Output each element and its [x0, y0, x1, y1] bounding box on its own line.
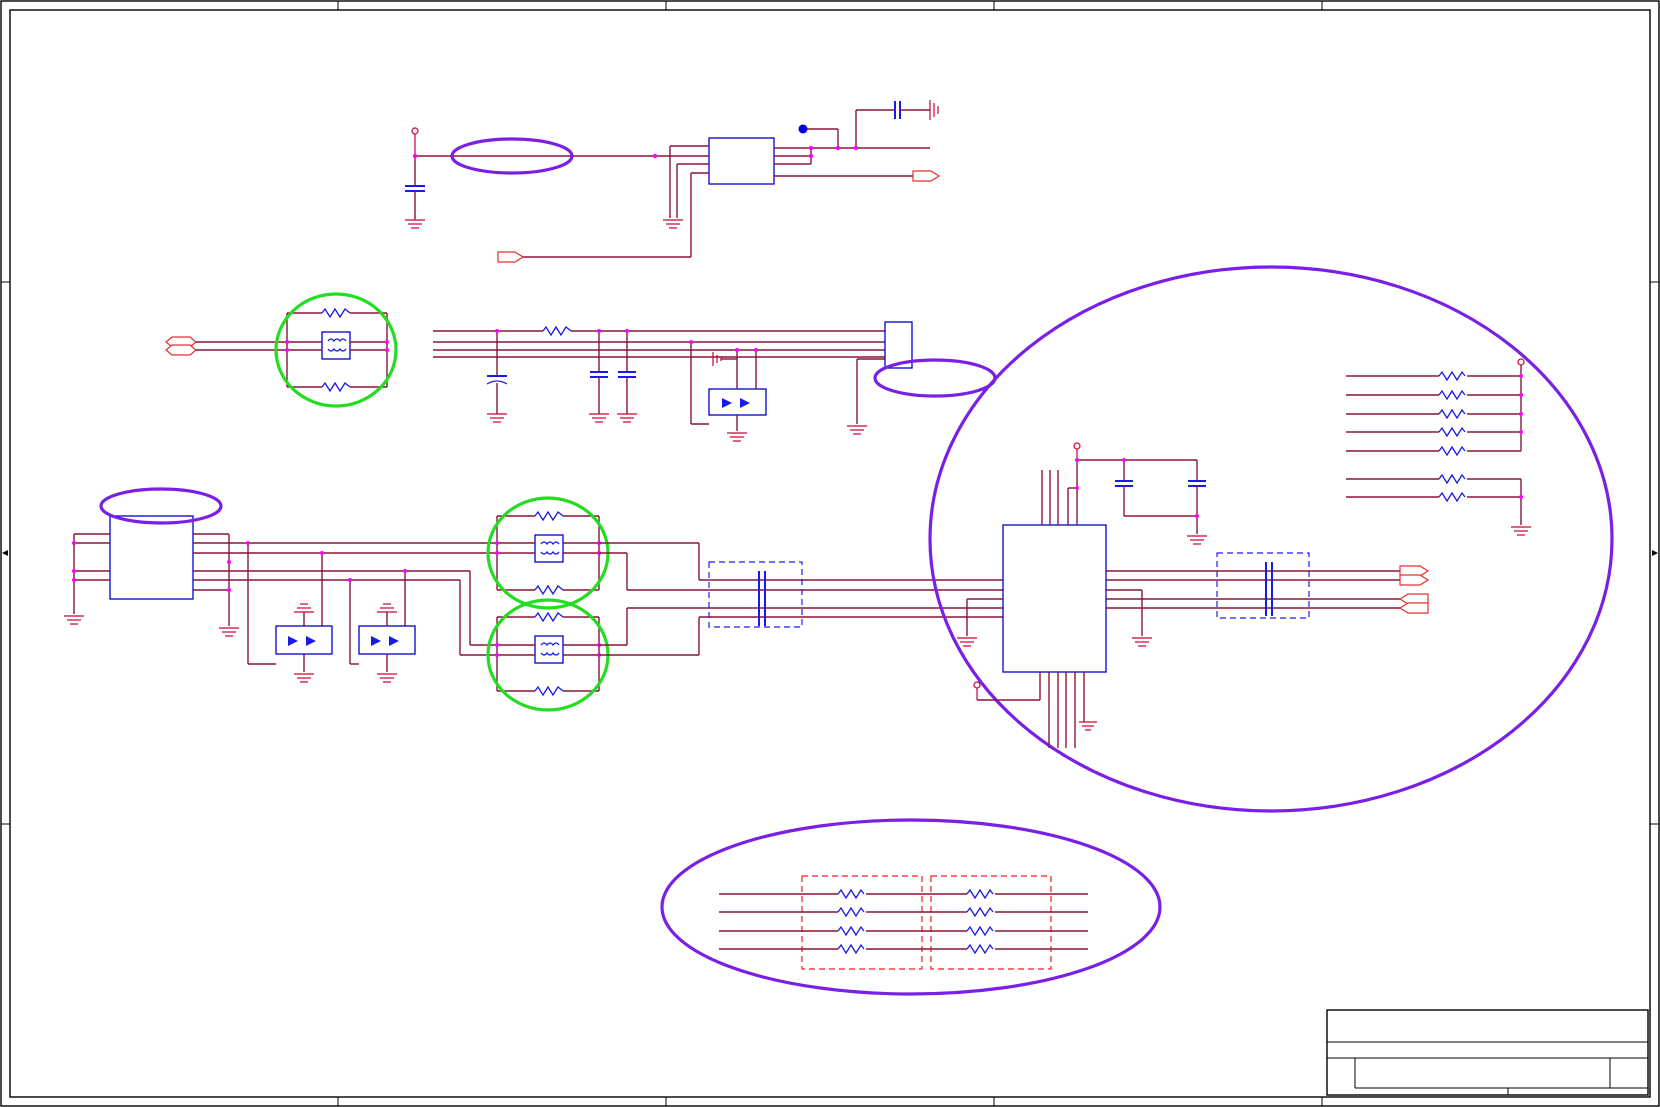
net-port-icon[interactable]	[165, 336, 197, 356]
tvs-diode-icon	[358, 625, 416, 655]
power-rail-icon	[1517, 358, 1525, 366]
resistor-icon	[1438, 389, 1466, 401]
ground-icon	[663, 219, 683, 229]
capacitor-icon	[618, 371, 636, 378]
resistor-icon	[1438, 445, 1466, 457]
resistor-icon	[966, 925, 994, 937]
tvs-diode-icon	[708, 388, 767, 416]
ground-icon	[64, 615, 84, 625]
common-mode-choke-icon	[321, 331, 351, 360]
resistor-icon	[966, 888, 994, 900]
resistor-array-section	[660, 818, 1162, 996]
resistor-icon	[837, 925, 865, 937]
review-mark	[99, 487, 223, 525]
ground-icon	[377, 673, 397, 683]
capacitor-icon	[1115, 480, 1133, 487]
power-rail-icon	[1073, 442, 1081, 450]
resistor-icon	[966, 906, 994, 918]
common-mode-choke-icon	[534, 635, 564, 664]
ground-icon	[712, 352, 722, 366]
regulator-ic[interactable]	[708, 137, 775, 185]
capacitor-icon	[590, 371, 608, 378]
ground-icon	[957, 637, 977, 647]
resistor-icon	[1438, 491, 1466, 503]
schematic-sheet	[0, 0, 1660, 1107]
ground-icon	[1511, 526, 1531, 536]
ground-icon	[294, 673, 314, 683]
resistor-icon	[1438, 426, 1466, 438]
resistor-icon	[837, 888, 865, 900]
ground-icon	[405, 219, 425, 229]
ground-icon	[727, 432, 747, 442]
interface-connector[interactable]	[109, 515, 194, 600]
resistor-pack	[930, 875, 1052, 970]
ground-icon	[1079, 721, 1097, 731]
review-mark	[660, 818, 1162, 996]
ground-icon	[487, 413, 507, 423]
resistor-icon	[534, 584, 564, 596]
ground-icon	[617, 413, 637, 423]
resistor-icon	[837, 943, 865, 955]
tvs-diode-icon	[275, 625, 333, 655]
ground-icon	[589, 413, 609, 423]
resistor-icon	[966, 943, 994, 955]
resistor-icon	[534, 510, 564, 522]
resistor-icon	[534, 685, 564, 697]
transceiver-ic[interactable]	[1002, 524, 1107, 673]
regulator-section	[405, 100, 941, 263]
ground-icon	[377, 603, 397, 613]
input-filter-section	[165, 292, 997, 442]
net-port-icon[interactable]	[1398, 565, 1430, 614]
resistor-icon	[837, 906, 865, 918]
interface-section	[64, 487, 1003, 712]
ground-icon	[219, 627, 239, 637]
capacitor-icon	[486, 375, 508, 385]
review-mark	[928, 265, 1614, 813]
capacitor-icon	[1188, 480, 1206, 487]
test-point[interactable]	[798, 124, 808, 134]
resistor-icon	[534, 611, 564, 623]
review-mark	[873, 358, 997, 398]
capacitor-icon	[405, 185, 425, 192]
ground-icon	[1132, 637, 1152, 647]
resistor-icon	[321, 381, 351, 393]
ground-icon	[929, 100, 939, 120]
ground-icon	[1187, 535, 1207, 545]
resistor-icon	[321, 307, 351, 319]
common-mode-choke-icon	[534, 534, 564, 563]
transceiver-section	[928, 265, 1614, 813]
resistor-pack	[801, 875, 923, 970]
power-rail-icon	[411, 127, 419, 156]
resistor-icon	[542, 325, 572, 337]
resistor-icon	[1438, 370, 1466, 382]
ground-icon	[847, 425, 867, 435]
resistor-icon	[1438, 408, 1466, 420]
net-port-icon[interactable]	[497, 251, 525, 263]
resistor-icon	[1438, 473, 1466, 485]
power-rail-icon	[973, 681, 981, 689]
title-block	[1326, 1009, 1649, 1096]
capacitor-icon	[894, 101, 901, 119]
ground-icon	[294, 603, 314, 613]
net-port-icon[interactable]	[912, 170, 941, 182]
